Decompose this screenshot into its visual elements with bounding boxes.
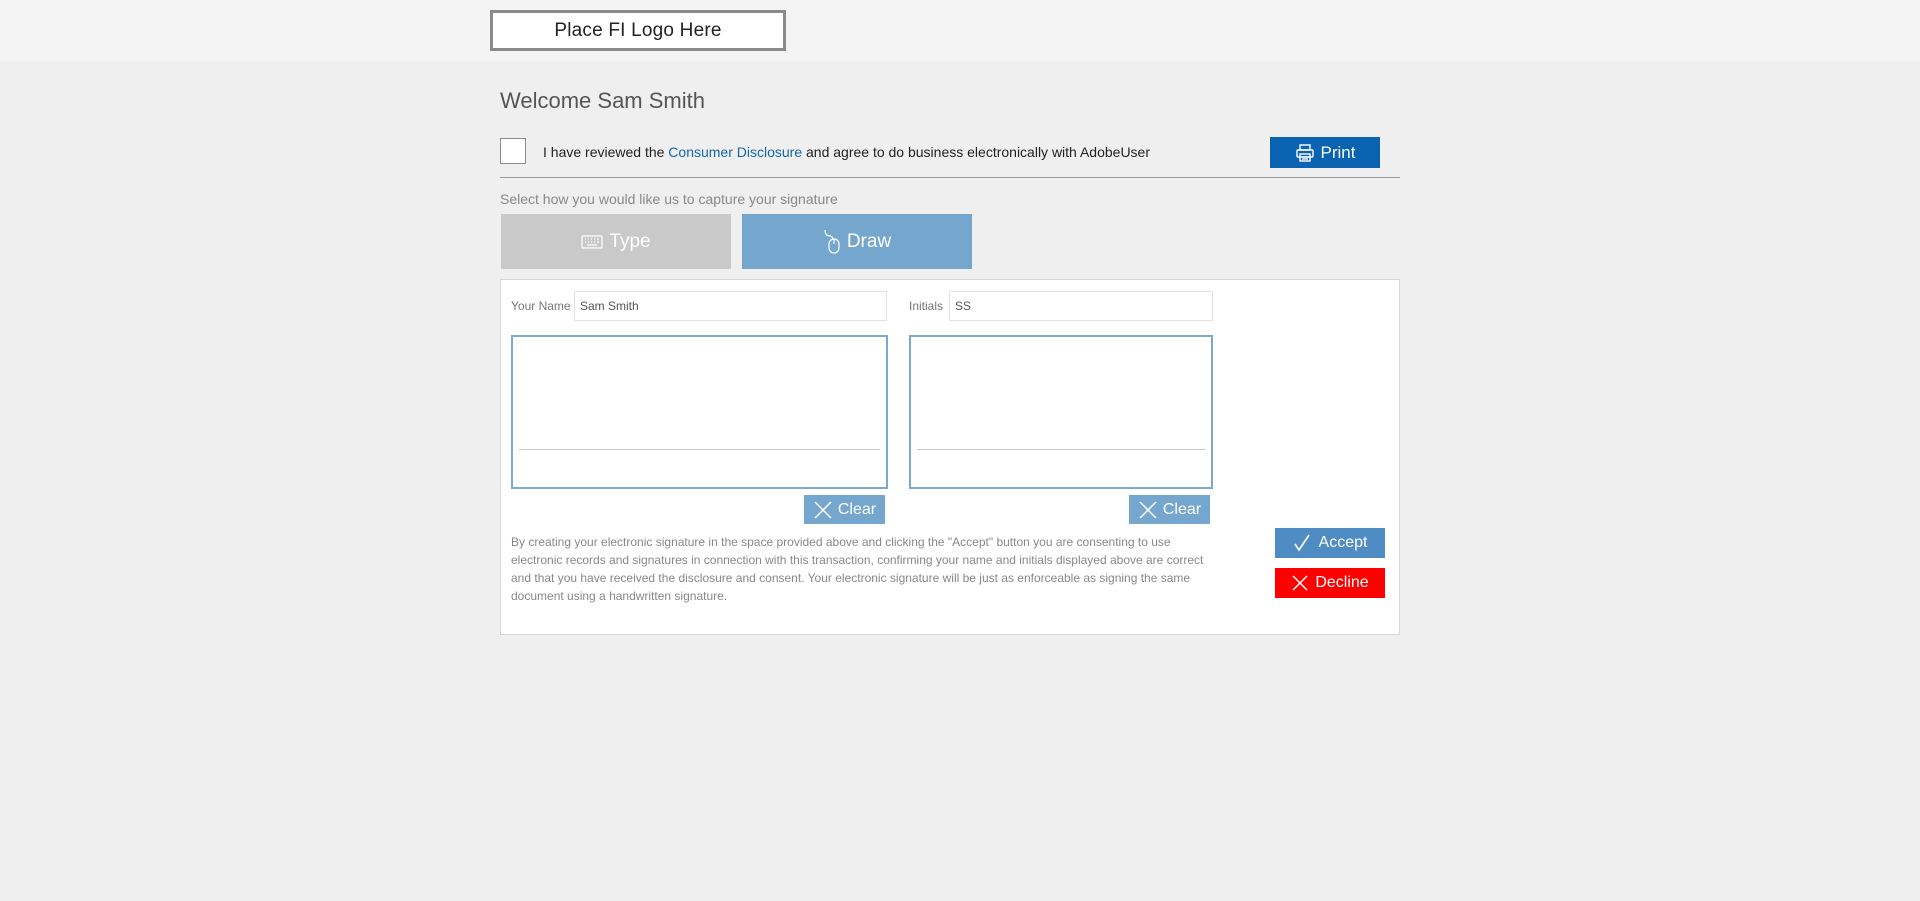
type-mode-label: Type bbox=[609, 230, 651, 252]
consent-text-before: I have reviewed the bbox=[543, 144, 669, 160]
clear-initials-label: Clear bbox=[1162, 500, 1202, 518]
page-title: Welcome Sam Smith bbox=[500, 88, 705, 113]
accept-button-label: Accept bbox=[1318, 534, 1368, 551]
printer-icon bbox=[1295, 143, 1315, 163]
consent-statement: I have reviewed the Consumer Disclosure … bbox=[543, 144, 1150, 160]
close-icon bbox=[813, 500, 833, 520]
close-icon bbox=[1138, 500, 1158, 520]
initials-input[interactable] bbox=[949, 291, 1213, 321]
legal-disclaimer: By creating your electronic signature in… bbox=[511, 535, 1204, 603]
clear-signature-button[interactable]: Clear bbox=[804, 495, 885, 524]
logo-placeholder-text: Place FI Logo Here bbox=[554, 19, 722, 41]
accept-button[interactable]: Accept bbox=[1275, 528, 1385, 558]
clear-signature-label: Clear bbox=[837, 500, 877, 518]
signature-drawing-pad[interactable] bbox=[511, 335, 888, 489]
consent-checkbox[interactable] bbox=[500, 138, 526, 164]
your-name-label: Your Name bbox=[511, 299, 571, 313]
close-icon bbox=[1291, 574, 1309, 592]
signature-panel: Your Name Initials Clear Clear By creati… bbox=[500, 279, 1400, 635]
decline-button-label: Decline bbox=[1315, 574, 1369, 591]
keyboard-icon bbox=[581, 234, 603, 249]
mouse-icon bbox=[823, 229, 845, 255]
initials-drawing-pad[interactable] bbox=[909, 335, 1213, 489]
initials-baseline bbox=[917, 449, 1205, 450]
capture-method-prompt: Select how you would like us to capture … bbox=[500, 191, 838, 207]
signature-baseline bbox=[519, 449, 880, 450]
clear-initials-button[interactable]: Clear bbox=[1129, 495, 1210, 524]
consent-text-after: and agree to do business electronically … bbox=[802, 144, 1150, 160]
print-button-label: Print bbox=[1320, 142, 1356, 162]
your-name-input[interactable] bbox=[574, 291, 887, 321]
type-mode-tab[interactable]: Type bbox=[501, 214, 731, 269]
draw-mode-tab[interactable]: Draw bbox=[742, 214, 972, 269]
checkmark-icon bbox=[1293, 534, 1311, 552]
divider bbox=[500, 177, 1400, 178]
draw-mode-label: Draw bbox=[846, 230, 892, 252]
print-button[interactable]: Print bbox=[1270, 137, 1380, 168]
logo-placeholder: Place FI Logo Here bbox=[490, 10, 786, 51]
top-header-bar: Place FI Logo Here bbox=[0, 0, 1920, 61]
consumer-disclosure-link[interactable]: Consumer Disclosure bbox=[668, 144, 802, 160]
decline-button[interactable]: Decline bbox=[1275, 568, 1385, 598]
initials-label: Initials bbox=[909, 299, 944, 313]
